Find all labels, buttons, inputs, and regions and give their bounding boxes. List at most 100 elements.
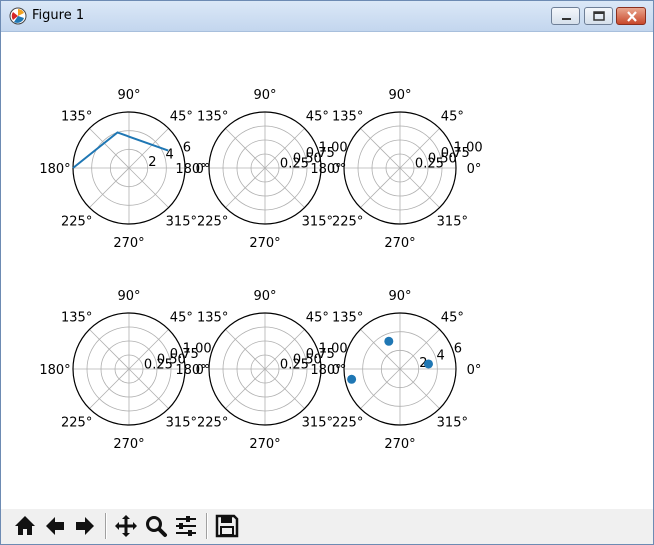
angle-label: 45°	[306, 110, 329, 125]
angular-gridline	[360, 329, 401, 370]
radial-tick-label: 2	[148, 155, 156, 170]
angular-gridline	[225, 128, 266, 169]
toolbar-separator	[105, 513, 107, 539]
angle-label: 135°	[332, 110, 363, 125]
angular-gridline	[225, 167, 266, 208]
angle-label: 180°	[175, 162, 206, 177]
angle-label: 315°	[302, 214, 333, 229]
angle-label: 225°	[332, 415, 363, 430]
angular-gridline	[399, 368, 440, 409]
angle-label: 135°	[61, 110, 92, 125]
angle-label: 225°	[197, 214, 228, 229]
radial-tick-label: 4	[436, 349, 444, 364]
polar-axes-3: 0°45°90°135°180°225°270°315°0.250.500.75…	[310, 88, 482, 251]
angle-label: 180°	[310, 363, 341, 378]
forward-button[interactable]	[71, 511, 99, 541]
angle-label: 270°	[384, 236, 415, 251]
angle-label: 90°	[388, 88, 411, 103]
close-icon	[627, 11, 637, 22]
angle-label: 270°	[384, 437, 415, 452]
angular-gridline	[360, 368, 401, 409]
radial-tick-label: 1.00	[319, 342, 348, 357]
angular-gridline	[360, 128, 401, 169]
angular-gridline	[399, 167, 440, 208]
polar-axes-6: 0°45°90°135°180°225°270°315°2 4 6	[310, 289, 481, 452]
home-icon	[15, 516, 35, 535]
angle-label: 180°	[310, 162, 341, 177]
angular-gridline	[89, 368, 130, 409]
angular-gridline	[225, 329, 266, 370]
radial-tick-label: 6	[183, 141, 191, 156]
angular-gridline	[360, 167, 401, 208]
polar-subplots: 0°45°90°135°180°225°270°315°2 4 60°45°90°1…	[39, 88, 482, 452]
toolbar-separator	[206, 513, 208, 539]
data-point	[347, 374, 357, 384]
angle-label: 45°	[170, 110, 193, 125]
angle-label: 270°	[113, 437, 144, 452]
angle-label: 315°	[302, 415, 333, 430]
radial-tick-label: 1.00	[454, 141, 483, 156]
floppy-icon	[215, 514, 239, 538]
angle-label: 225°	[61, 214, 92, 229]
angle-label: 315°	[166, 415, 197, 430]
app-icon	[9, 7, 27, 25]
data-point	[423, 359, 433, 369]
angle-label: 90°	[117, 88, 140, 103]
angle-label: 225°	[61, 415, 92, 430]
angle-label: 135°	[332, 311, 363, 326]
angle-label: 45°	[441, 110, 464, 125]
title-bar[interactable]: Figure 1	[1, 1, 653, 32]
radial-tick-label: 6	[454, 342, 462, 357]
angle-label: 90°	[388, 289, 411, 304]
angular-gridline	[128, 368, 169, 409]
pan-button[interactable]	[112, 511, 140, 541]
figure-canvas[interactable]: 0° 45° 90° 135° 180° 225° 270° 315° 2 4 6 0° 45° 90° 1…	[9, 32, 647, 508]
angle-label: 45°	[170, 311, 193, 326]
window-title: Figure 1	[32, 8, 85, 23]
angle-label: 180°	[175, 363, 206, 378]
minimize-button[interactable]	[551, 7, 580, 25]
minimize-icon	[562, 18, 571, 20]
angle-label: 0°	[467, 162, 482, 177]
data-point	[384, 336, 394, 346]
zoom-button[interactable]	[142, 511, 170, 541]
save-button[interactable]	[213, 511, 241, 541]
figure-window: Figure 1 0° 45° 90° 135° 180° 225° 270° 315° 2 4 6…	[0, 0, 654, 545]
angle-label: 135°	[197, 110, 228, 125]
angle-label: 180°	[39, 363, 70, 378]
arrow-right-icon	[76, 517, 94, 535]
configure-subplots-button[interactable]	[172, 511, 200, 541]
angular-gridline	[225, 368, 266, 409]
maximize-icon	[593, 11, 605, 21]
angular-gridline	[89, 167, 130, 208]
home-button[interactable]	[11, 511, 39, 541]
angle-label: 90°	[253, 289, 276, 304]
angle-label: 180°	[39, 162, 70, 177]
angle-label: 315°	[437, 415, 468, 430]
maximize-button[interactable]	[584, 7, 613, 25]
angle-label: 45°	[306, 311, 329, 326]
radial-tick-label: 1.00	[319, 141, 348, 156]
angular-gridline	[264, 167, 305, 208]
angle-label: 90°	[253, 88, 276, 103]
angle-label: 270°	[249, 236, 280, 251]
angle-label: 45°	[441, 311, 464, 326]
arrow-left-icon	[46, 517, 64, 535]
angle-label: 270°	[113, 236, 144, 251]
angle-label: 0°	[467, 363, 482, 378]
angle-label: 270°	[249, 437, 280, 452]
radial-tick-label: 1.00	[183, 342, 212, 357]
angle-label: 315°	[437, 214, 468, 229]
navigation-toolbar	[1, 509, 653, 544]
angle-label: 225°	[332, 214, 363, 229]
angle-label: 225°	[197, 415, 228, 430]
magnifier-icon	[146, 516, 167, 537]
close-button[interactable]	[616, 7, 646, 25]
angular-gridline	[264, 368, 305, 409]
angular-gridline	[89, 329, 130, 370]
angle-label: 135°	[61, 311, 92, 326]
back-button[interactable]	[41, 511, 69, 541]
angular-gridline	[128, 167, 169, 208]
angle-label: 135°	[197, 311, 228, 326]
sliders-icon	[176, 516, 196, 536]
